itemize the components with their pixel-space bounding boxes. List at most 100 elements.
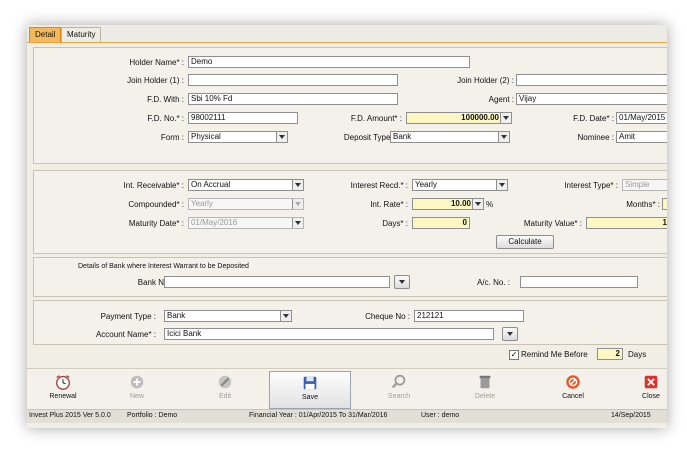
search-icon: [391, 374, 406, 389]
cheque-no-field[interactable]: 212121: [414, 310, 524, 322]
ac-no-label: A/c. No. :: [477, 278, 510, 287]
new-button[interactable]: New: [109, 371, 165, 407]
form-label: Form :: [160, 133, 184, 142]
chevron-down-icon[interactable]: [276, 132, 287, 142]
status-user: User : demo: [421, 412, 460, 419]
cancel-icon: [566, 375, 580, 389]
int-receivable-select[interactable]: On Accrual: [188, 179, 304, 191]
holder-panel: Holder Name* : Demo Join Holder (1) : Jo…: [33, 47, 667, 164]
action-toolbar: Renewal New Edit Save Search Delete Canc…: [27, 368, 667, 409]
compounded-value: Yearly: [191, 199, 213, 208]
cheque-no-label: Cheque No :: [365, 312, 410, 321]
months-field[interactable]: [662, 198, 667, 210]
bank-panel: Details of Bank where Interest Warrant t…: [33, 257, 667, 297]
agent-field[interactable]: Vijay: [516, 93, 667, 105]
fd-date-field[interactable]: 01/May/2015: [616, 112, 667, 124]
status-version: Invest Plus 2015 Ver 5.0.0: [29, 412, 111, 419]
renewal-label: Renewal: [49, 393, 77, 400]
int-receivable-label: Int. Receivable* :: [123, 181, 184, 190]
days-label: Days* :: [382, 219, 408, 228]
tab-maturity[interactable]: Maturity: [61, 27, 102, 42]
bank-section-title: Details of Bank where Interest Warrant t…: [78, 263, 249, 270]
delete-label: Delete: [474, 393, 496, 400]
account-name-label: Account Name* :: [95, 330, 156, 339]
join-holder-2-field[interactable]: [516, 74, 667, 86]
interest-type-label: Interest Type* :: [564, 181, 618, 190]
agent-label: Agent :: [488, 95, 514, 104]
nominee-label: Nominee :: [577, 133, 614, 142]
save-button[interactable]: Save: [269, 371, 351, 409]
close-button[interactable]: Close: [631, 371, 667, 407]
maturity-date-select[interactable]: 01/May/2016: [188, 217, 304, 229]
bank-name-field[interactable]: [164, 276, 390, 288]
close-label: Close: [642, 393, 660, 400]
fd-amount-value: 100000.00: [461, 113, 499, 122]
chevron-down-icon: [399, 280, 405, 284]
holder-name-field[interactable]: Demo: [188, 56, 470, 68]
interest-recd-value: Yearly: [415, 180, 437, 189]
chevron-down-icon[interactable]: [292, 180, 303, 190]
save-label: Save: [302, 394, 318, 401]
chevron-down-icon[interactable]: [500, 113, 511, 123]
edit-label: Edit: [218, 393, 232, 400]
chevron-down-icon[interactable]: [292, 199, 303, 209]
int-rate-label: Int. Rate* :: [370, 200, 408, 209]
chevron-down-icon[interactable]: [292, 218, 303, 228]
chevron-down-icon[interactable]: [498, 132, 509, 142]
chevron-down-icon[interactable]: [496, 180, 507, 190]
remind-days-unit: Days: [628, 350, 647, 359]
search-button[interactable]: Search: [371, 371, 427, 407]
search-label: Search: [387, 393, 411, 400]
chevron-down-icon[interactable]: [280, 311, 291, 321]
remind-me-label: Remind Me Before: [521, 350, 588, 359]
cancel-button[interactable]: Cancel: [545, 371, 601, 407]
interest-panel: Int. Receivable* : On Accrual Interest R…: [33, 170, 667, 254]
close-icon: [644, 375, 658, 389]
interest-recd-select[interactable]: Yearly: [412, 179, 508, 191]
calculate-button[interactable]: Calculate: [496, 235, 554, 249]
int-rate-field[interactable]: 10.00: [412, 198, 484, 210]
tab-bar: Detail Maturity: [27, 25, 667, 43]
days-field[interactable]: 0: [412, 217, 470, 229]
maturity-value-field[interactable]: 110000.: [586, 217, 667, 229]
status-bar: Invest Plus 2015 Ver 5.0.0 Portfolio : D…: [27, 409, 667, 423]
fd-with-field[interactable]: Sbi 10% Fd: [188, 93, 398, 105]
interest-type-field[interactable]: Simple: [622, 179, 667, 191]
deposit-type-value: Bank: [393, 132, 412, 141]
tab-detail[interactable]: Detail: [29, 27, 62, 42]
account-name-field[interactable]: Icici Bank: [164, 328, 494, 340]
maturity-date-value: 01/May/2016: [191, 218, 238, 227]
fd-amount-field[interactable]: 100000.00: [406, 112, 512, 124]
delete-button[interactable]: Delete: [457, 371, 513, 407]
months-label: Months* :: [626, 200, 660, 209]
account-name-dropdown-button[interactable]: [502, 327, 518, 341]
chevron-down-icon[interactable]: [472, 199, 483, 209]
int-receivable-value: On Accrual: [191, 180, 231, 189]
fd-no-field[interactable]: 98002111: [188, 112, 298, 124]
payment-type-value: Bank: [167, 311, 186, 320]
edit-button[interactable]: Edit: [197, 371, 253, 407]
join-holder-1-label: Join Holder (1) :: [127, 76, 184, 85]
edit-pencil-icon: [218, 375, 232, 389]
compounded-select[interactable]: Yearly: [188, 198, 304, 210]
bank-name-dropdown-button[interactable]: [394, 275, 410, 289]
join-holder-1-field[interactable]: [188, 74, 398, 86]
status-date: 14/Sep/2015: [611, 412, 651, 419]
int-rate-value: 10.00: [450, 199, 471, 208]
remind-me-checkbox[interactable]: ✓: [509, 350, 519, 360]
nominee-field[interactable]: Amit: [616, 131, 667, 143]
percent-label: %: [486, 200, 494, 209]
join-holder-2-label: Join Holder (2) :: [457, 76, 514, 85]
cancel-label: Cancel: [562, 393, 584, 400]
remind-days-field[interactable]: 2: [597, 348, 623, 360]
status-portfolio: Portfolio : Demo: [127, 412, 178, 419]
renewal-button[interactable]: Renewal: [35, 371, 91, 407]
deposit-type-select[interactable]: Bank: [390, 131, 510, 143]
floppy-disk-icon: [303, 376, 317, 390]
compounded-label: Compounded* :: [128, 200, 184, 209]
holder-name-label: Holder Name* :: [129, 58, 184, 67]
ac-no-field[interactable]: [520, 276, 638, 288]
form-select[interactable]: Physical: [188, 131, 288, 143]
payment-type-select[interactable]: Bank: [164, 310, 292, 322]
status-financial-year: Financial Year : 01/Apr/2015 To 31/Mar/2…: [249, 412, 388, 419]
